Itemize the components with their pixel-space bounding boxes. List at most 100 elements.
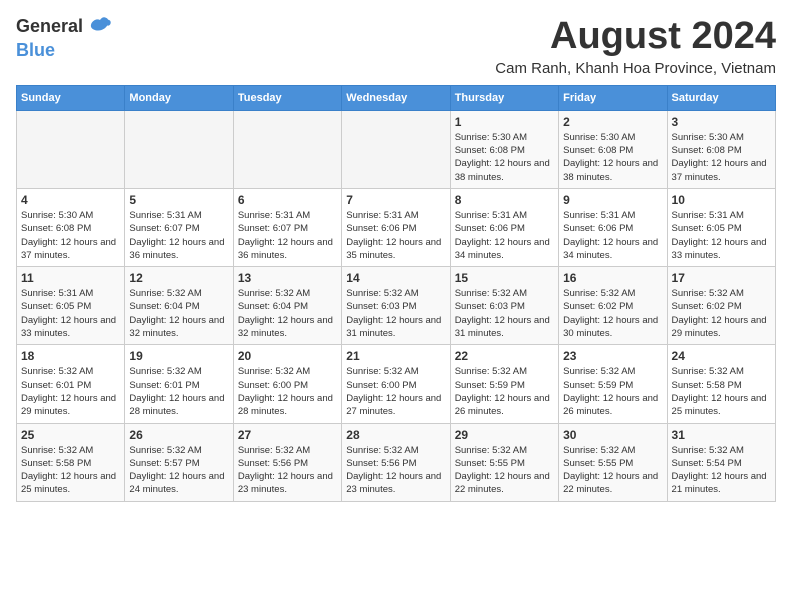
cell-date-number: 9 (563, 193, 662, 207)
calendar-cell: 30 Sunrise: 5:32 AM Sunset: 5:55 PM Dayli… (559, 423, 667, 501)
cell-info-text: Sunrise: 5:31 AM Sunset: 6:05 PM Dayligh… (672, 209, 771, 262)
calendar-cell: 26 Sunrise: 5:32 AM Sunset: 5:57 PM Dayli… (125, 423, 233, 501)
cell-date-number: 12 (129, 271, 228, 285)
cell-info-text: Sunrise: 5:32 AM Sunset: 5:59 PM Dayligh… (455, 365, 554, 418)
logo-general: General (16, 16, 83, 36)
cell-date-number: 18 (21, 349, 120, 363)
cell-info-text: Sunrise: 5:32 AM Sunset: 6:02 PM Dayligh… (563, 287, 662, 340)
calendar-cell: 6Sunrise: 5:31 AM Sunset: 6:07 PM Daylig… (233, 188, 341, 266)
calendar-week-3: 11 Sunrise: 5:31 AM Sunset: 6:05 PM Dayli… (17, 267, 776, 345)
cell-date-number: 14 (346, 271, 445, 285)
calendar-cell: 2Sunrise: 5:30 AM Sunset: 6:08 PM Daylig… (559, 110, 667, 188)
calendar-table: SundayMondayTuesdayWednesdayThursdayFrid… (16, 85, 776, 502)
cell-info-text: Sunrise: 5:32 AM Sunset: 6:00 PM Dayligh… (346, 365, 445, 418)
cell-date-number: 20 (238, 349, 337, 363)
calendar-cell: 16 Sunrise: 5:32 AM Sunset: 6:02 PM Dayli… (559, 267, 667, 345)
calendar-cell: 5Sunrise: 5:31 AM Sunset: 6:07 PM Daylig… (125, 188, 233, 266)
cell-info-text: Sunrise: 5:32 AM Sunset: 6:04 PM Dayligh… (129, 287, 228, 340)
cell-date-number: 17 (672, 271, 771, 285)
calendar-cell: 9 Sunrise: 5:31 AM Sunset: 6:06 PM Daylig… (559, 188, 667, 266)
cell-date-number: 1 (455, 115, 554, 129)
calendar-cell: 13Sunrise: 5:32 AM Sunset: 6:04 PM Dayli… (233, 267, 341, 345)
calendar-cell: 29 Sunrise: 5:32 AM Sunset: 5:55 PM Dayli… (450, 423, 558, 501)
logo-blue: Blue (16, 40, 55, 60)
header-day-sunday: Sunday (17, 85, 125, 110)
cell-info-text: Sunrise: 5:32 AM Sunset: 5:54 PM Dayligh… (672, 444, 771, 497)
cell-date-number: 28 (346, 428, 445, 442)
calendar-cell: 22 Sunrise: 5:32 AM Sunset: 5:59 PM Dayli… (450, 345, 558, 423)
cell-info-text: Sunrise: 5:31 AM Sunset: 6:06 PM Dayligh… (346, 209, 445, 262)
cell-date-number: 19 (129, 349, 228, 363)
cell-info-text: Sunrise: 5:31 AM Sunset: 6:06 PM Dayligh… (455, 209, 554, 262)
calendar-cell: 25Sunrise: 5:32 AM Sunset: 5:58 PM Dayli… (17, 423, 125, 501)
cell-info-text: Sunrise: 5:30 AM Sunset: 6:08 PM Dayligh… (563, 131, 662, 184)
calendar-cell: 8 Sunrise: 5:31 AM Sunset: 6:06 PM Daylig… (450, 188, 558, 266)
calendar-cell: 3Sunrise: 5:30 AM Sunset: 6:08 PM Daylig… (667, 110, 775, 188)
cell-date-number: 22 (455, 349, 554, 363)
cell-info-text: Sunrise: 5:32 AM Sunset: 5:58 PM Dayligh… (672, 365, 771, 418)
calendar-cell: 18 Sunrise: 5:32 AM Sunset: 6:01 PM Dayli… (17, 345, 125, 423)
header-row: SundayMondayTuesdayWednesdayThursdayFrid… (17, 85, 776, 110)
cell-info-text: Sunrise: 5:31 AM Sunset: 6:05 PM Dayligh… (21, 287, 120, 340)
cell-date-number: 8 (455, 193, 554, 207)
calendar-cell: 7 Sunrise: 5:31 AM Sunset: 6:06 PM Daylig… (342, 188, 450, 266)
calendar-cell: 17 Sunrise: 5:32 AM Sunset: 6:02 PM Dayli… (667, 267, 775, 345)
header-day-friday: Friday (559, 85, 667, 110)
calendar-cell: 11 Sunrise: 5:31 AM Sunset: 6:05 PM Dayli… (17, 267, 125, 345)
cell-date-number: 27 (238, 428, 337, 442)
calendar-cell (17, 110, 125, 188)
calendar-cell: 28 Sunrise: 5:32 AM Sunset: 5:56 PM Dayli… (342, 423, 450, 501)
cell-date-number: 29 (455, 428, 554, 442)
header-day-wednesday: Wednesday (342, 85, 450, 110)
calendar-body: 1 Sunrise: 5:30 AM Sunset: 6:08 PM Daylig… (17, 110, 776, 501)
cell-date-number: 16 (563, 271, 662, 285)
cell-info-text: Sunrise: 5:32 AM Sunset: 5:56 PM Dayligh… (346, 444, 445, 497)
page-header: General Blue August 2024 Cam Ranh, Khanh… (16, 16, 776, 77)
cell-date-number: 10 (672, 193, 771, 207)
calendar-cell: 12 Sunrise: 5:32 AM Sunset: 6:04 PM Dayli… (125, 267, 233, 345)
calendar-cell: 14 Sunrise: 5:32 AM Sunset: 6:03 PM Dayli… (342, 267, 450, 345)
cell-info-text: Sunrise: 5:32 AM Sunset: 6:01 PM Dayligh… (21, 365, 120, 418)
cell-info-text: Sunrise: 5:32 AM Sunset: 5:57 PM Dayligh… (129, 444, 228, 497)
calendar-cell: 20 Sunrise: 5:32 AM Sunset: 6:00 PM Dayli… (233, 345, 341, 423)
calendar-cell: 19Sunrise: 5:32 AM Sunset: 6:01 PM Dayli… (125, 345, 233, 423)
calendar-week-1: 1 Sunrise: 5:30 AM Sunset: 6:08 PM Daylig… (17, 110, 776, 188)
calendar-cell: 23Sunrise: 5:32 AM Sunset: 5:59 PM Dayli… (559, 345, 667, 423)
cell-info-text: Sunrise: 5:32 AM Sunset: 6:00 PM Dayligh… (238, 365, 337, 418)
calendar-cell: 10 Sunrise: 5:31 AM Sunset: 6:05 PM Dayli… (667, 188, 775, 266)
cell-date-number: 24 (672, 349, 771, 363)
cell-info-text: Sunrise: 5:30 AM Sunset: 6:08 PM Dayligh… (455, 131, 554, 184)
calendar-cell: 15Sunrise: 5:32 AM Sunset: 6:03 PM Dayli… (450, 267, 558, 345)
cell-date-number: 11 (21, 271, 120, 285)
cell-date-number: 31 (672, 428, 771, 442)
logo: General Blue (16, 16, 112, 61)
cell-info-text: Sunrise: 5:31 AM Sunset: 6:07 PM Dayligh… (238, 209, 337, 262)
calendar-week-2: 4Sunrise: 5:30 AM Sunset: 6:08 PM Daylig… (17, 188, 776, 266)
cell-info-text: Sunrise: 5:32 AM Sunset: 5:58 PM Dayligh… (21, 444, 120, 497)
calendar-header: SundayMondayTuesdayWednesdayThursdayFrid… (17, 85, 776, 110)
location-subtitle: Cam Ranh, Khanh Hoa Province, Vietnam (495, 60, 776, 77)
calendar-week-5: 25Sunrise: 5:32 AM Sunset: 5:58 PM Dayli… (17, 423, 776, 501)
cell-info-text: Sunrise: 5:32 AM Sunset: 6:03 PM Dayligh… (346, 287, 445, 340)
calendar-cell (125, 110, 233, 188)
cell-date-number: 7 (346, 193, 445, 207)
cell-info-text: Sunrise: 5:32 AM Sunset: 5:55 PM Dayligh… (455, 444, 554, 497)
calendar-cell (233, 110, 341, 188)
calendar-cell: 4Sunrise: 5:30 AM Sunset: 6:08 PM Daylig… (17, 188, 125, 266)
cell-info-text: Sunrise: 5:31 AM Sunset: 6:07 PM Dayligh… (129, 209, 228, 262)
cell-date-number: 13 (238, 271, 337, 285)
cell-info-text: Sunrise: 5:32 AM Sunset: 6:02 PM Dayligh… (672, 287, 771, 340)
calendar-cell (342, 110, 450, 188)
cell-date-number: 26 (129, 428, 228, 442)
cell-info-text: Sunrise: 5:31 AM Sunset: 6:06 PM Dayligh… (563, 209, 662, 262)
cell-info-text: Sunrise: 5:30 AM Sunset: 6:08 PM Dayligh… (21, 209, 120, 262)
cell-date-number: 15 (455, 271, 554, 285)
calendar-cell: 27 Sunrise: 5:32 AM Sunset: 5:56 PM Dayli… (233, 423, 341, 501)
cell-date-number: 30 (563, 428, 662, 442)
cell-info-text: Sunrise: 5:32 AM Sunset: 5:56 PM Dayligh… (238, 444, 337, 497)
calendar-cell: 31 Sunrise: 5:32 AM Sunset: 5:54 PM Dayli… (667, 423, 775, 501)
calendar-cell: 1 Sunrise: 5:30 AM Sunset: 6:08 PM Daylig… (450, 110, 558, 188)
header-day-monday: Monday (125, 85, 233, 110)
header-day-saturday: Saturday (667, 85, 775, 110)
cell-info-text: Sunrise: 5:32 AM Sunset: 5:55 PM Dayligh… (563, 444, 662, 497)
